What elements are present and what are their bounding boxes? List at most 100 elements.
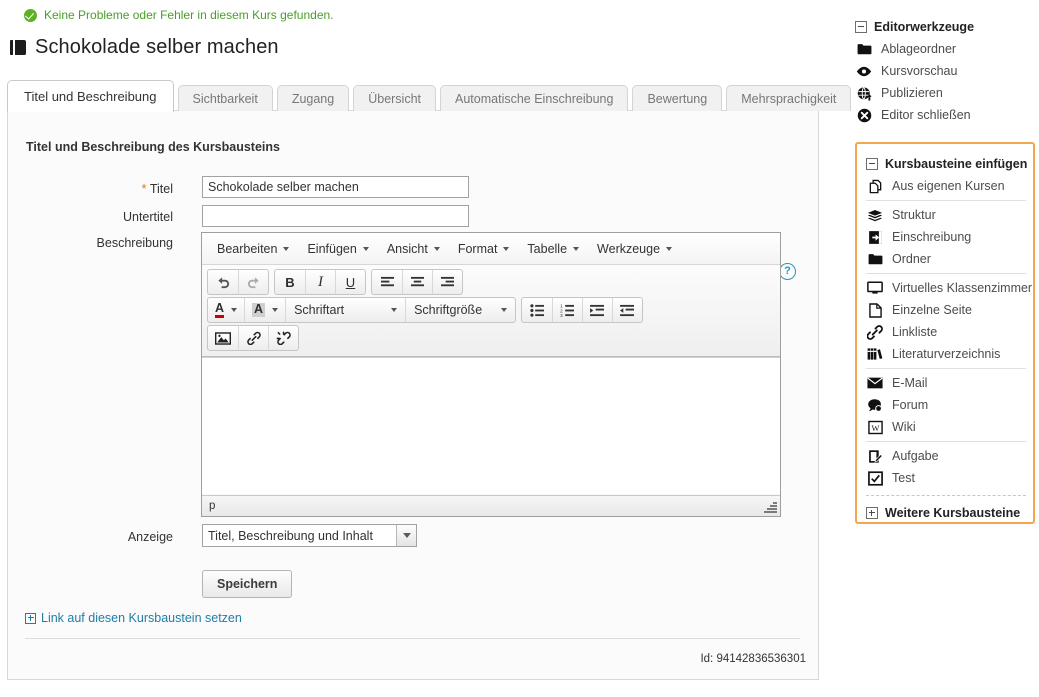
help-circle-icon[interactable]: ? [779,263,796,280]
expand-toggle-icon [866,507,878,519]
indent-icon[interactable] [582,298,612,322]
italic-icon[interactable]: I [305,270,335,294]
sidebar-divider [866,200,1026,201]
fontfamily-select[interactable]: Schriftart [285,298,405,322]
sidebar-heading-kursbausteine[interactable]: Kursbausteine einfügen [866,153,1033,175]
sidebar-item-literaturverzeichnis[interactable]: Literaturverzeichnis [866,343,1033,365]
status-message: Keine Probleme oder Fehler in diesem Kur… [24,8,334,22]
sidebar-item-struktur[interactable]: Struktur [866,204,1033,226]
sidebar-item-aus-eigenen-kursen[interactable]: Aus eigenen Kursen [866,175,1033,197]
menu-werkzeuge[interactable]: Werkzeuge [588,239,681,259]
label-anzeige: Anzeige [8,530,173,544]
tab-mehrsprachigkeit[interactable]: Mehrsprachigkeit [726,85,851,111]
menu-format[interactable]: Format [449,239,519,259]
sidebar-item-publizieren[interactable]: Publizieren [855,82,1039,104]
outdent-icon[interactable] [612,298,642,322]
sidebar-item-linkliste[interactable]: Linkliste [866,321,1033,343]
copy-pages-icon [867,178,883,194]
format-button-group: B I U [274,269,366,295]
menu-bearbeiten[interactable]: Bearbeiten [208,239,298,259]
books-icon [867,346,883,362]
undo-icon[interactable] [208,270,238,294]
menu-ansicht-label: Ansicht [387,242,428,256]
sidebar-item-struktur-label: Struktur [892,208,936,222]
sidebar-heading-editorwerkzeuge-label: Editorwerkzeuge [874,20,974,34]
link-icon[interactable] [238,326,268,350]
sidebar-item-e-mail[interactable]: E-Mail [866,372,1033,394]
fontsize-select[interactable]: Schriftgröße [405,298,515,322]
tab-uebersicht[interactable]: Übersicht [353,85,436,111]
sidebar-item-linkliste-label: Linkliste [892,325,937,339]
image-icon[interactable] [208,326,238,350]
sidebar-item-kursvorschau[interactable]: Kursvorschau [855,60,1039,82]
sidebar-heading-weitere-kursbausteine-label: Weitere Kursbausteine [885,506,1020,520]
sidebar-item-literaturverzeichnis-label: Literaturverzeichnis [892,347,1000,361]
sidebar-item-virtuelles-klassenzimmer[interactable]: Virtuelles Klassenzimmer [866,277,1033,299]
required-marker: * [142,181,147,196]
sidebar-item-ordner[interactable]: Ordner [866,248,1033,270]
sidebar-item-aufgabe-label: Aufgabe [892,449,939,463]
editor-menubar: Bearbeiten Einfügen Ansicht Format Tabel… [202,233,780,265]
titel-input[interactable] [202,176,469,198]
sidebar-item-ablageordner[interactable]: Ablageordner [855,38,1039,60]
rich-text-editor: Bearbeiten Einfügen Ansicht Format Tabel… [201,232,781,517]
label-titel: * Titel [8,181,173,196]
editor-content-area[interactable] [202,357,780,494]
tab-titel-und-beschreibung[interactable]: Titel und Beschreibung [7,80,174,112]
sidebar-item-editor-schliessen[interactable]: Editor schließen [855,104,1039,126]
resize-handle-icon[interactable] [764,500,777,513]
chevron-down-icon [396,525,416,546]
menu-tabelle[interactable]: Tabelle [518,239,588,259]
label-titel-text: Titel [150,182,173,196]
set-link-toggle[interactable]: Link auf diesen Kursbaustein setzen [25,611,242,625]
align-center-icon[interactable] [402,270,432,294]
bold-icon[interactable]: B [275,270,305,294]
sidebar-item-wiki-label: Wiki [892,420,916,434]
sidebar-heading-weitere-kursbausteine[interactable]: Weitere Kursbausteine [866,502,1033,524]
sidebar-item-editor-schliessen-label: Editor schließen [881,108,971,122]
collapse-toggle-icon [866,158,878,170]
background-color-icon[interactable]: A [244,298,285,322]
set-link-label: Link auf diesen Kursbaustein setzen [41,611,242,625]
sidebar-item-wiki[interactable]: W Wiki [866,416,1033,438]
save-button[interactable]: Speichern [202,570,292,598]
list-indent-group: 123 [521,297,643,323]
close-circle-icon [856,107,872,123]
untertitel-input[interactable] [202,205,469,227]
text-color-icon[interactable]: A [208,298,244,322]
label-untertitel: Untertitel [8,210,173,224]
sidebar-heading-editorwerkzeuge[interactable]: Editorwerkzeuge [855,16,1039,38]
tab-zugang[interactable]: Zugang [277,85,349,111]
sidebar-item-aufgabe[interactable]: Aufgabe [866,445,1033,467]
envelope-icon [867,375,883,391]
numbered-list-icon[interactable]: 123 [552,298,582,322]
bullet-list-icon[interactable] [522,298,552,322]
sidebar-item-forum[interactable]: Forum [866,394,1033,416]
chevron-down-icon [434,247,440,251]
main-content-column: Keine Probleme oder Fehler in diesem Kur… [0,0,845,697]
chevron-down-icon [573,247,579,251]
menu-einfuegen[interactable]: Einfügen [298,239,377,259]
redo-icon[interactable] [238,270,268,294]
folder-icon [856,41,872,57]
align-left-icon[interactable] [372,270,402,294]
menu-ansicht[interactable]: Ansicht [378,239,449,259]
sidebar: Editorwerkzeuge Ablageordner Kursvorscha… [855,0,1039,697]
sidebar-item-einschreibung[interactable]: Einschreibung [866,226,1033,248]
anzeige-select[interactable]: Titel, Beschreibung und Inhalt [202,524,417,547]
tab-sichtbarkeit[interactable]: Sichtbarkeit [178,85,273,111]
unlink-icon[interactable] [268,326,298,350]
sidebar-item-test[interactable]: Test [866,467,1033,489]
tab-automatische-einschreibung[interactable]: Automatische Einschreibung [440,85,628,111]
svg-text:W: W [871,422,879,432]
sidebar-item-kursvorschau-label: Kursvorschau [881,64,957,78]
editor-element-path: p [209,500,215,512]
sidebar-item-einzelne-seite[interactable]: Einzelne Seite [866,299,1033,321]
tab-bewertung[interactable]: Bewertung [632,85,722,111]
underline-icon[interactable]: U [335,270,365,294]
align-right-icon[interactable] [432,270,462,294]
sidebar-section-editorwerkzeuge: Editorwerkzeuge Ablageordner Kursvorscha… [855,16,1039,126]
chevron-down-icon [391,308,397,312]
collapse-toggle-icon [855,21,867,33]
checkbox-icon [867,470,883,486]
